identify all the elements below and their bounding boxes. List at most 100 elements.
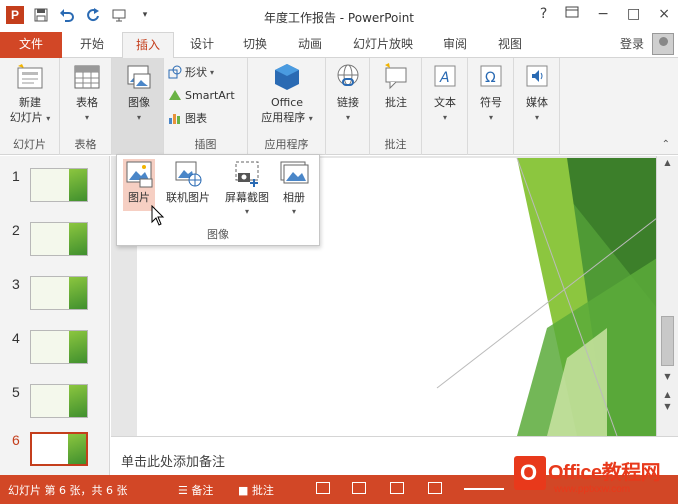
- chart-icon: [169, 114, 180, 124]
- screenshot-button[interactable]: 屏幕截图 ▾: [221, 159, 273, 219]
- slide-thumbnail-image: [30, 384, 88, 418]
- scroll-down-icon[interactable]: ▼: [661, 372, 674, 384]
- slide-number: 3: [12, 276, 20, 292]
- new-slide-icon: [15, 62, 45, 92]
- online-picture-button[interactable]: 联机图片: [163, 159, 213, 205]
- normal-view-icon[interactable]: [316, 482, 330, 494]
- link-label: 链接: [337, 96, 359, 109]
- window-controls: ? − □ ×: [540, 6, 670, 22]
- help-button[interactable]: ?: [540, 6, 547, 22]
- text-icon: A: [430, 62, 460, 92]
- ribbon-display-options-icon[interactable]: [565, 6, 579, 22]
- slide-number: 2: [12, 222, 20, 238]
- next-slide-icon[interactable]: ▼: [661, 402, 674, 414]
- previous-slide-icon[interactable]: ▲: [661, 390, 674, 402]
- slide-thumbnail-1[interactable]: 1: [0, 164, 110, 214]
- symbol-button[interactable]: Ω 符号 ▾: [474, 62, 508, 125]
- watermark-brand: Office教程网: [548, 462, 661, 484]
- smartart-icon: [169, 90, 181, 100]
- slide-thumbnail-6[interactable]: 6: [0, 428, 110, 478]
- screenshot-label: 屏幕截图: [225, 191, 269, 204]
- table-button[interactable]: 表格 ▾: [68, 62, 106, 125]
- collapse-ribbon-icon[interactable]: ⌃: [662, 139, 670, 150]
- scroll-up-icon[interactable]: ▲: [661, 158, 674, 170]
- slide-thumbnail-4[interactable]: 4: [0, 326, 110, 376]
- zoom-slider[interactable]: [464, 488, 504, 490]
- group-media: 媒体 ▾: [514, 58, 560, 155]
- slide-number: 4: [12, 330, 20, 346]
- shapes-icon: [168, 65, 182, 79]
- group-label-slides: 幻灯片: [13, 138, 46, 151]
- slide-sorter-view-icon[interactable]: [352, 482, 366, 494]
- avatar[interactable]: [652, 33, 674, 55]
- office-logo-icon: [514, 456, 546, 490]
- slide-thumbnail-3[interactable]: 3: [0, 272, 110, 322]
- comment-icon: [381, 62, 411, 92]
- chart-button[interactable]: 图表: [168, 110, 207, 126]
- group-apps: Office 应用程序 ▾ 应用程序: [248, 58, 326, 155]
- comment-button[interactable]: 批注: [378, 62, 414, 110]
- minimize-button[interactable]: −: [597, 6, 609, 22]
- shapes-button[interactable]: 形状 ▾: [168, 64, 214, 80]
- images-icon: [124, 62, 154, 92]
- media-label: 媒体: [526, 96, 548, 109]
- tab-home[interactable]: 开始: [66, 32, 118, 58]
- comments-toggle[interactable]: ■ 批注: [238, 482, 274, 498]
- chart-label: 图表: [185, 112, 207, 125]
- images-label: 图像: [128, 96, 150, 109]
- group-images: 图像 ▾: [112, 58, 164, 155]
- shapes-label: 形状: [185, 66, 207, 79]
- group-slides: 新建 幻灯片 ▾ 幻灯片: [0, 58, 60, 155]
- reading-view-icon[interactable]: [390, 482, 404, 494]
- smartart-button[interactable]: SmartArt: [168, 88, 235, 102]
- caret-icon: ▾: [488, 113, 493, 122]
- slide-number: 6: [12, 432, 20, 448]
- slide-thumbnail-image: [30, 330, 88, 364]
- slide-thumbnail-image: [30, 222, 88, 256]
- slide-thumbnail-2[interactable]: 2: [0, 218, 110, 268]
- maximize-button[interactable]: □: [627, 6, 640, 22]
- album-label: 相册: [283, 191, 305, 204]
- slideshow-view-icon[interactable]: [428, 482, 442, 494]
- office-store-icon: [272, 62, 302, 92]
- tab-transitions[interactable]: 切换: [230, 32, 280, 58]
- comments-toggle-label: 批注: [251, 484, 274, 497]
- notes-toggle[interactable]: ☰ 备注: [178, 482, 213, 498]
- login-link[interactable]: 登录: [620, 35, 644, 52]
- tab-slideshow[interactable]: 幻灯片放映: [340, 32, 426, 58]
- table-icon: [72, 62, 102, 92]
- new-slide-button[interactable]: 新建 幻灯片 ▾: [4, 62, 56, 126]
- apps-label: 应用程序: [261, 111, 306, 124]
- watermark: Office教程网 www.pptxxw.com: [508, 452, 678, 504]
- tab-review[interactable]: 审阅: [430, 32, 480, 58]
- caret-icon: ▾: [136, 113, 141, 122]
- close-button[interactable]: ×: [658, 6, 670, 22]
- apps-label-row: 应用程序 ▾: [254, 110, 320, 126]
- new-slide-label: 新建: [19, 96, 41, 109]
- link-button[interactable]: 链接 ▾: [330, 62, 366, 125]
- speaker-icon: [522, 62, 552, 92]
- tab-animations[interactable]: 动画: [284, 32, 336, 58]
- dropdown-group-label: 图像: [207, 228, 229, 241]
- tab-file[interactable]: 文件: [0, 32, 62, 58]
- ribbon: 新建 幻灯片 ▾ 幻灯片 表格 ▾ 表格 图像 ▾ 形状 ▾ SmartArt …: [0, 58, 678, 155]
- slide-thumbnail-5[interactable]: 5: [0, 380, 110, 430]
- caret-icon: ▾: [210, 67, 215, 77]
- office-apps-button[interactable]: Office 应用程序 ▾: [254, 62, 320, 126]
- scroll-thumb[interactable]: [661, 316, 674, 366]
- album-button[interactable]: 相册 ▾: [277, 159, 311, 219]
- images-button[interactable]: 图像 ▾: [120, 62, 158, 125]
- tab-view[interactable]: 视图: [484, 32, 536, 58]
- tab-insert[interactable]: 插入: [122, 32, 174, 59]
- media-button[interactable]: 媒体 ▾: [520, 62, 554, 125]
- vertical-scrollbar[interactable]: ▲ ▼ ▲ ▼: [656, 156, 678, 436]
- slide-thumbnail-image: [30, 276, 88, 310]
- group-links: 链接 ▾: [326, 58, 370, 155]
- slide-thumbnails-pane: 1 2 3 4 5 6: [0, 156, 110, 475]
- symbol-label: 符号: [480, 96, 502, 109]
- text-button[interactable]: A 文本 ▾: [428, 62, 462, 125]
- group-label-comments: 批注: [384, 138, 407, 151]
- group-label-tables: 表格: [74, 138, 97, 151]
- tab-design[interactable]: 设计: [178, 32, 226, 58]
- picture-button[interactable]: 图片: [123, 159, 155, 211]
